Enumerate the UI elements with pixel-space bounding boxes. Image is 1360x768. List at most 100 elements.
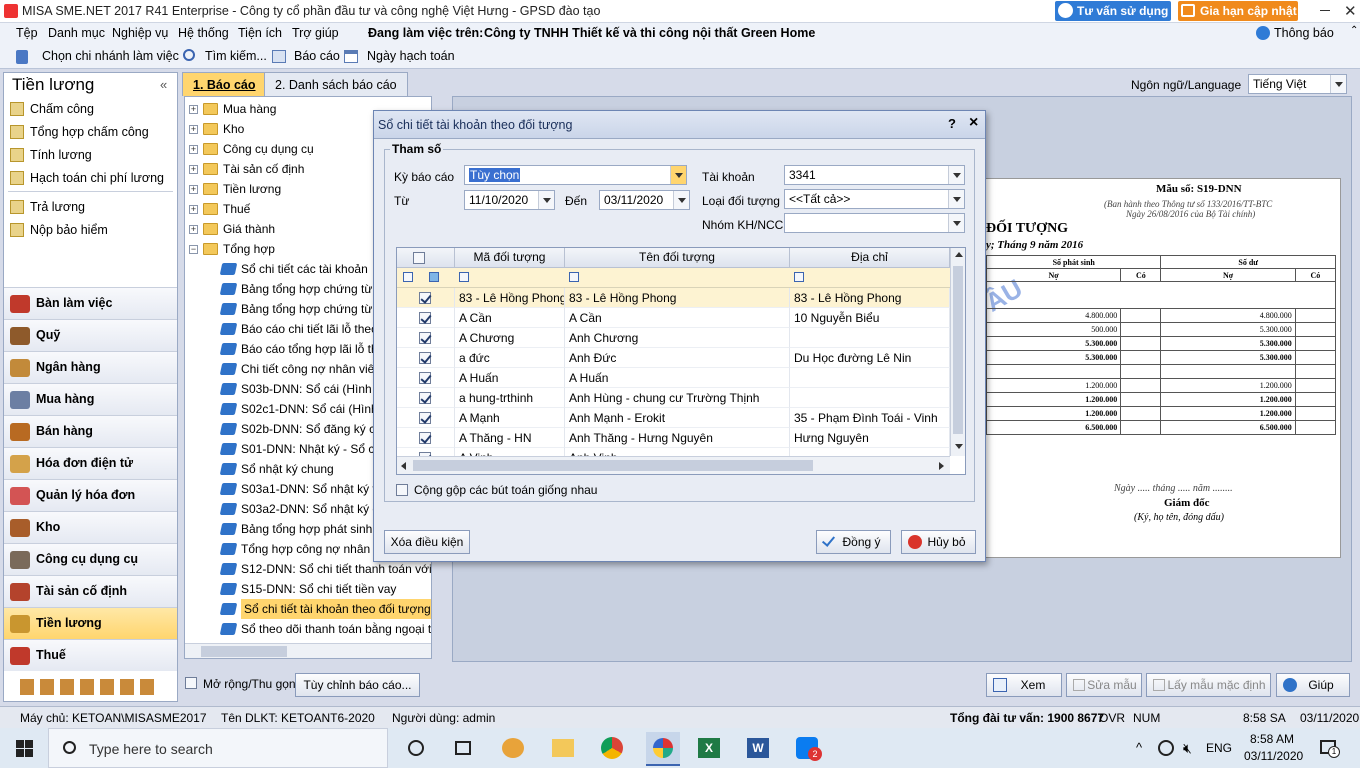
filter-icon[interactable] [569,272,579,282]
grid-vscroll[interactable] [950,248,965,456]
help-button[interactable]: Giúp [1276,673,1350,697]
merge-entries-checkbox[interactable] [396,484,408,496]
notify-button[interactable]: Thông báo [1274,26,1334,40]
tree-hscroll[interactable] [185,643,431,658]
menu-operations[interactable]: Nghiệp vụ [112,26,168,40]
volume-icon[interactable]: 🔇︎ [1183,740,1192,757]
clock-date[interactable]: 03/11/2020 [1244,749,1303,763]
ok-button[interactable]: Đồng ý [816,530,891,554]
tree-report-item[interactable]: S12-DNN: Sổ chi tiết thanh toán với [219,559,431,579]
edit-template-button[interactable]: Sửa mẫu [1066,673,1142,697]
minimize-button[interactable] [1320,10,1330,11]
table-row[interactable]: A Chương Anh Chương [397,328,950,348]
to-date[interactable]: 03/11/2020 [599,190,690,210]
tree-report-item[interactable]: Sổ chi tiết tài khoản theo đối tượng [219,599,431,619]
module-tools[interactable]: Công cụ dụng cụ [4,543,177,575]
paint-icon[interactable] [502,738,524,758]
menu-catalog[interactable]: Danh mục [48,26,105,40]
row-checkbox[interactable] [419,312,431,324]
chevron-down-icon[interactable] [538,191,554,209]
customize-report-button[interactable]: Tùy chỉnh báo cáo... [295,673,420,697]
action-center-icon[interactable]: 1 [1320,740,1340,758]
cancel-button[interactable]: Hủy bỏ [901,530,976,554]
expand-collapse-checkbox[interactable] [185,677,197,689]
consult-button[interactable]: Tư vấn sử dụng [1055,1,1171,21]
tab-reports[interactable]: 1. Báo cáo [182,72,267,96]
clear-conditions-button[interactable]: Xóa điều kiện [384,530,470,554]
branch-button[interactable]: Chọn chi nhánh làm việc [42,49,179,63]
expand-icon[interactable]: + [189,165,198,174]
clock-time[interactable]: 8:58 AM [1250,732,1294,746]
row-checkbox[interactable] [419,432,431,444]
menu-system[interactable]: Hệ thống [178,26,229,40]
tree-report-item[interactable]: S15-DNN: Sổ chi tiết tiền vay [219,579,431,599]
hscroll-thumb[interactable] [413,460,813,471]
module-shortcuts[interactable] [20,679,160,695]
chevron-down-icon[interactable] [670,166,686,184]
filter-icon[interactable] [794,272,804,282]
row-checkbox[interactable] [419,392,431,404]
expand-icon[interactable]: + [189,225,198,234]
module-inventory[interactable]: Kho [4,511,177,543]
expand-icon[interactable]: − [189,245,198,254]
vscroll-thumb[interactable] [953,266,963,434]
table-row[interactable]: a đức Anh Đức Du Học đường Lê Nin [397,348,950,368]
word-icon[interactable]: W [747,738,769,758]
row-checkbox[interactable] [419,412,431,424]
object-type-select[interactable]: <<Tất cả>> [784,189,965,209]
nav-item-pay-salary[interactable]: Trả lương [8,197,176,217]
module-fixed-assets[interactable]: Tài sản cố định [4,575,177,607]
menu-file[interactable]: Tệp [16,26,38,40]
account-select[interactable]: 3341 [784,165,965,185]
table-row[interactable]: A VinhAnh Vinh [397,448,950,456]
chevron-down-icon[interactable] [948,214,964,232]
input-language[interactable]: ENG [1206,741,1232,755]
scroll-right-icon[interactable] [939,462,944,470]
excel-icon[interactable]: X [698,738,720,758]
report-button[interactable]: Báo cáo [294,49,340,63]
chevron-down-icon[interactable] [673,191,689,209]
from-date[interactable]: 11/10/2020 [464,190,555,210]
dialog-close-button[interactable]: × [969,114,978,132]
customer-group-select[interactable] [784,213,965,233]
chrome-icon[interactable] [601,737,623,759]
expand-icon[interactable]: + [189,125,198,134]
close-window-button[interactable]: ✕ [1344,2,1357,20]
expand-icon[interactable]: + [189,145,198,154]
search-button[interactable]: Tìm kiếm... [205,49,267,63]
nav-item-payroll-cost[interactable]: Hạch toán chi phí lương [8,168,176,188]
expand-icon[interactable]: + [189,205,198,214]
module-payroll[interactable]: Tiền lương [4,607,177,639]
module-invoice-mgmt[interactable]: Quản lý hóa đơn [4,479,177,511]
tab-report-list[interactable]: 2. Danh sách báo cáo [264,72,408,96]
posting-date-button[interactable]: Ngày hạch toán [367,49,455,63]
module-e-invoice[interactable]: Hóa đơn điện tử [4,447,177,479]
module-cash[interactable]: Quỹ [4,319,177,351]
module-purchase[interactable]: Mua hàng [4,383,177,415]
table-row[interactable]: A Cần A Cần 10 Nguyễn Biểu [397,308,950,328]
col-object-name[interactable]: Tên đối tượng [565,248,790,268]
col-address[interactable]: Địa chỉ [790,248,950,268]
row-checkbox[interactable] [419,352,431,364]
zalo-icon[interactable]: 2 [796,737,822,761]
module-bank[interactable]: Ngân hàng [4,351,177,383]
tree-report-item[interactable]: Sổ theo dõi thanh toán bằng ngoại tệ [219,619,431,639]
table-row[interactable]: A Mạnh Anh Mạnh - Erokit 35 - Phạm Đình To… [397,408,950,428]
menu-utilities[interactable]: Tiện ích [238,26,282,40]
expand-icon[interactable]: + [189,105,198,114]
task-view-icon[interactable] [455,741,471,755]
col-object-code[interactable]: Mã đối tượng [455,248,565,268]
module-sales[interactable]: Bán hàng [4,415,177,447]
menu-help[interactable]: Trợ giúp [292,26,339,40]
taskbar-search-box[interactable]: Type here to search [48,728,388,768]
table-row[interactable]: A Thăng - HN Anh Thăng - Hưng Nguyên Hưng … [397,428,950,448]
expand-icon[interactable]: + [189,185,198,194]
filter-icon[interactable] [459,272,469,282]
renew-button[interactable]: Gia hạn cập nhật [1178,1,1298,21]
view-button[interactable]: Xem [986,673,1062,697]
scroll-down-icon[interactable] [955,444,963,449]
module-tax[interactable]: Thuế [4,639,177,671]
dialog-help-button[interactable]: ? [948,116,956,131]
chevron-down-icon[interactable] [948,190,964,208]
collapse-ribbon-icon[interactable]: ⌃ [1350,25,1358,36]
